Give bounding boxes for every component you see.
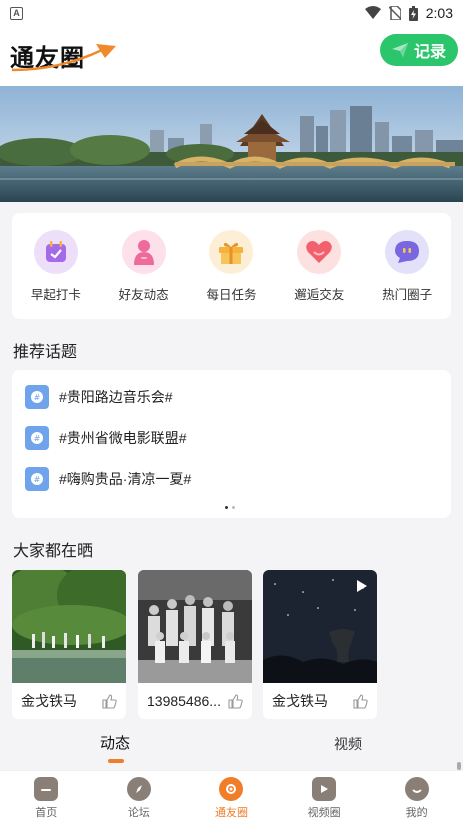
banner-cityscape — [0, 86, 463, 202]
topic-item[interactable]: # #贵州省微电影联盟# — [25, 426, 187, 450]
nav-label: 我的 — [405, 807, 428, 819]
share-footer: 金戈铁马 — [263, 683, 377, 719]
topic-chat-icon: # — [25, 385, 49, 409]
topic-item[interactable]: # #贵阳路边音乐会# — [25, 385, 173, 409]
nav-item-home[interactable]: 首页 — [11, 771, 81, 823]
share-author: 金戈铁马 — [272, 693, 328, 709]
logo-arrow-icon — [11, 44, 116, 72]
nav-item-video[interactable]: 视频圈 — [289, 771, 359, 823]
compass-icon — [126, 777, 151, 801]
share-thumbnail — [12, 570, 126, 683]
carousel-dot-active — [225, 506, 228, 509]
banner-image[interactable] — [0, 86, 463, 202]
nav-item-profile[interactable]: 我的 — [382, 771, 452, 823]
nav-label: 首页 — [35, 807, 58, 819]
calendar-check-icon — [33, 229, 78, 274]
like-icon[interactable] — [353, 693, 368, 709]
quick-action-label: 早起打卡 — [30, 287, 81, 302]
nav-label: 通友圈 — [214, 807, 248, 819]
nav-label: 视频圈 — [307, 807, 341, 819]
quick-action-label: 每日任务 — [206, 287, 257, 302]
record-label: 记录 — [413, 44, 446, 61]
like-icon[interactable] — [102, 693, 117, 709]
battery-icon — [408, 5, 418, 21]
tab-dynamics[interactable]: 动态 — [100, 732, 130, 753]
share-author: 金戈铁马 — [21, 693, 77, 709]
topics-card: # #贵阳路边音乐会# # #贵州省微电影联盟# # #嗨购贵品·清凉一夏# — [12, 370, 451, 518]
topic-label: #嗨购贵品·清凉一夏# — [59, 471, 192, 487]
topic-label: #贵阳路边音乐会# — [59, 389, 173, 405]
topic-item[interactable]: # #嗨购贵品·清凉一夏# — [25, 467, 191, 491]
no-sim-icon — [388, 6, 401, 20]
profile-icon — [404, 777, 429, 801]
quick-action-label: 热门圈子 — [382, 287, 433, 302]
quick-action-daily-task[interactable]: 每日任务 — [191, 229, 271, 303]
quick-action-dating[interactable]: 邂逅交友 — [279, 229, 359, 303]
svg-text:#: # — [34, 393, 41, 402]
play-icon[interactable] — [355, 580, 367, 592]
quick-action-hot-circles[interactable]: 热门圈子 — [367, 229, 447, 303]
bottom-nav: 首页 论坛 通友圈 视频圈 我的 — [0, 770, 463, 823]
gift-icon — [209, 229, 254, 274]
topic-chat-icon: # — [25, 467, 49, 491]
topics-section-title: 推荐话题 — [13, 344, 78, 361]
carousel-dot — [232, 506, 235, 509]
nav-item-circle[interactable]: 通友圈 — [196, 771, 266, 823]
circle-icon — [219, 777, 244, 801]
topic-label: #贵州省微电影联盟# — [59, 430, 187, 446]
like-icon[interactable] — [228, 693, 243, 709]
share-footer: 金戈铁马 — [12, 683, 126, 719]
app-header: 通友圈 记录 — [0, 26, 463, 86]
notification-icon: A — [10, 6, 23, 20]
tab-video[interactable]: 视频 — [334, 734, 362, 754]
feed-tabs: 动态 视频 — [0, 728, 463, 766]
share-card[interactable]: 13985486... — [138, 570, 252, 719]
wifi-icon — [364, 6, 381, 19]
share-card[interactable]: 金戈铁马 — [263, 570, 377, 719]
app-logo: 通友圈 — [10, 34, 120, 74]
person-icon — [121, 229, 166, 274]
svg-text:#: # — [34, 475, 41, 484]
quick-action-friends[interactable]: 好友动态 — [104, 229, 184, 303]
svg-text:#: # — [34, 434, 41, 443]
scrollbar-thumb[interactable] — [457, 762, 461, 770]
topic-chat-icon: # — [25, 426, 49, 450]
quick-action-checkin[interactable]: 早起打卡 — [16, 229, 96, 303]
quick-action-label: 邂逅交友 — [294, 287, 345, 302]
chat-bubble-icon — [385, 229, 430, 274]
nav-label: 论坛 — [127, 807, 150, 819]
shares-section-title: 大家都在晒 — [13, 543, 94, 560]
clock: 2:03 — [425, 5, 453, 21]
video-icon — [312, 777, 337, 801]
share-thumbnail — [263, 570, 377, 683]
share-card[interactable]: 金戈铁马 — [12, 570, 126, 719]
quick-action-label: 好友动态 — [118, 287, 169, 302]
tab-active-indicator — [108, 759, 124, 763]
share-author: 13985486... — [147, 693, 221, 709]
share-footer: 13985486... — [138, 683, 252, 719]
paper-plane-icon — [391, 43, 408, 57]
quick-actions-card: 早起打卡 好友动态 每日任务 邂逅交友 热门圈子 — [12, 213, 451, 319]
nav-item-forum[interactable]: 论坛 — [104, 771, 174, 823]
status-bar: A 2:03 — [0, 0, 463, 26]
share-thumbnail — [138, 570, 252, 683]
record-button[interactable]: 记录 — [380, 34, 458, 66]
home-icon — [34, 777, 59, 801]
heart-icon — [297, 229, 342, 274]
carousel-indicator — [225, 506, 235, 509]
